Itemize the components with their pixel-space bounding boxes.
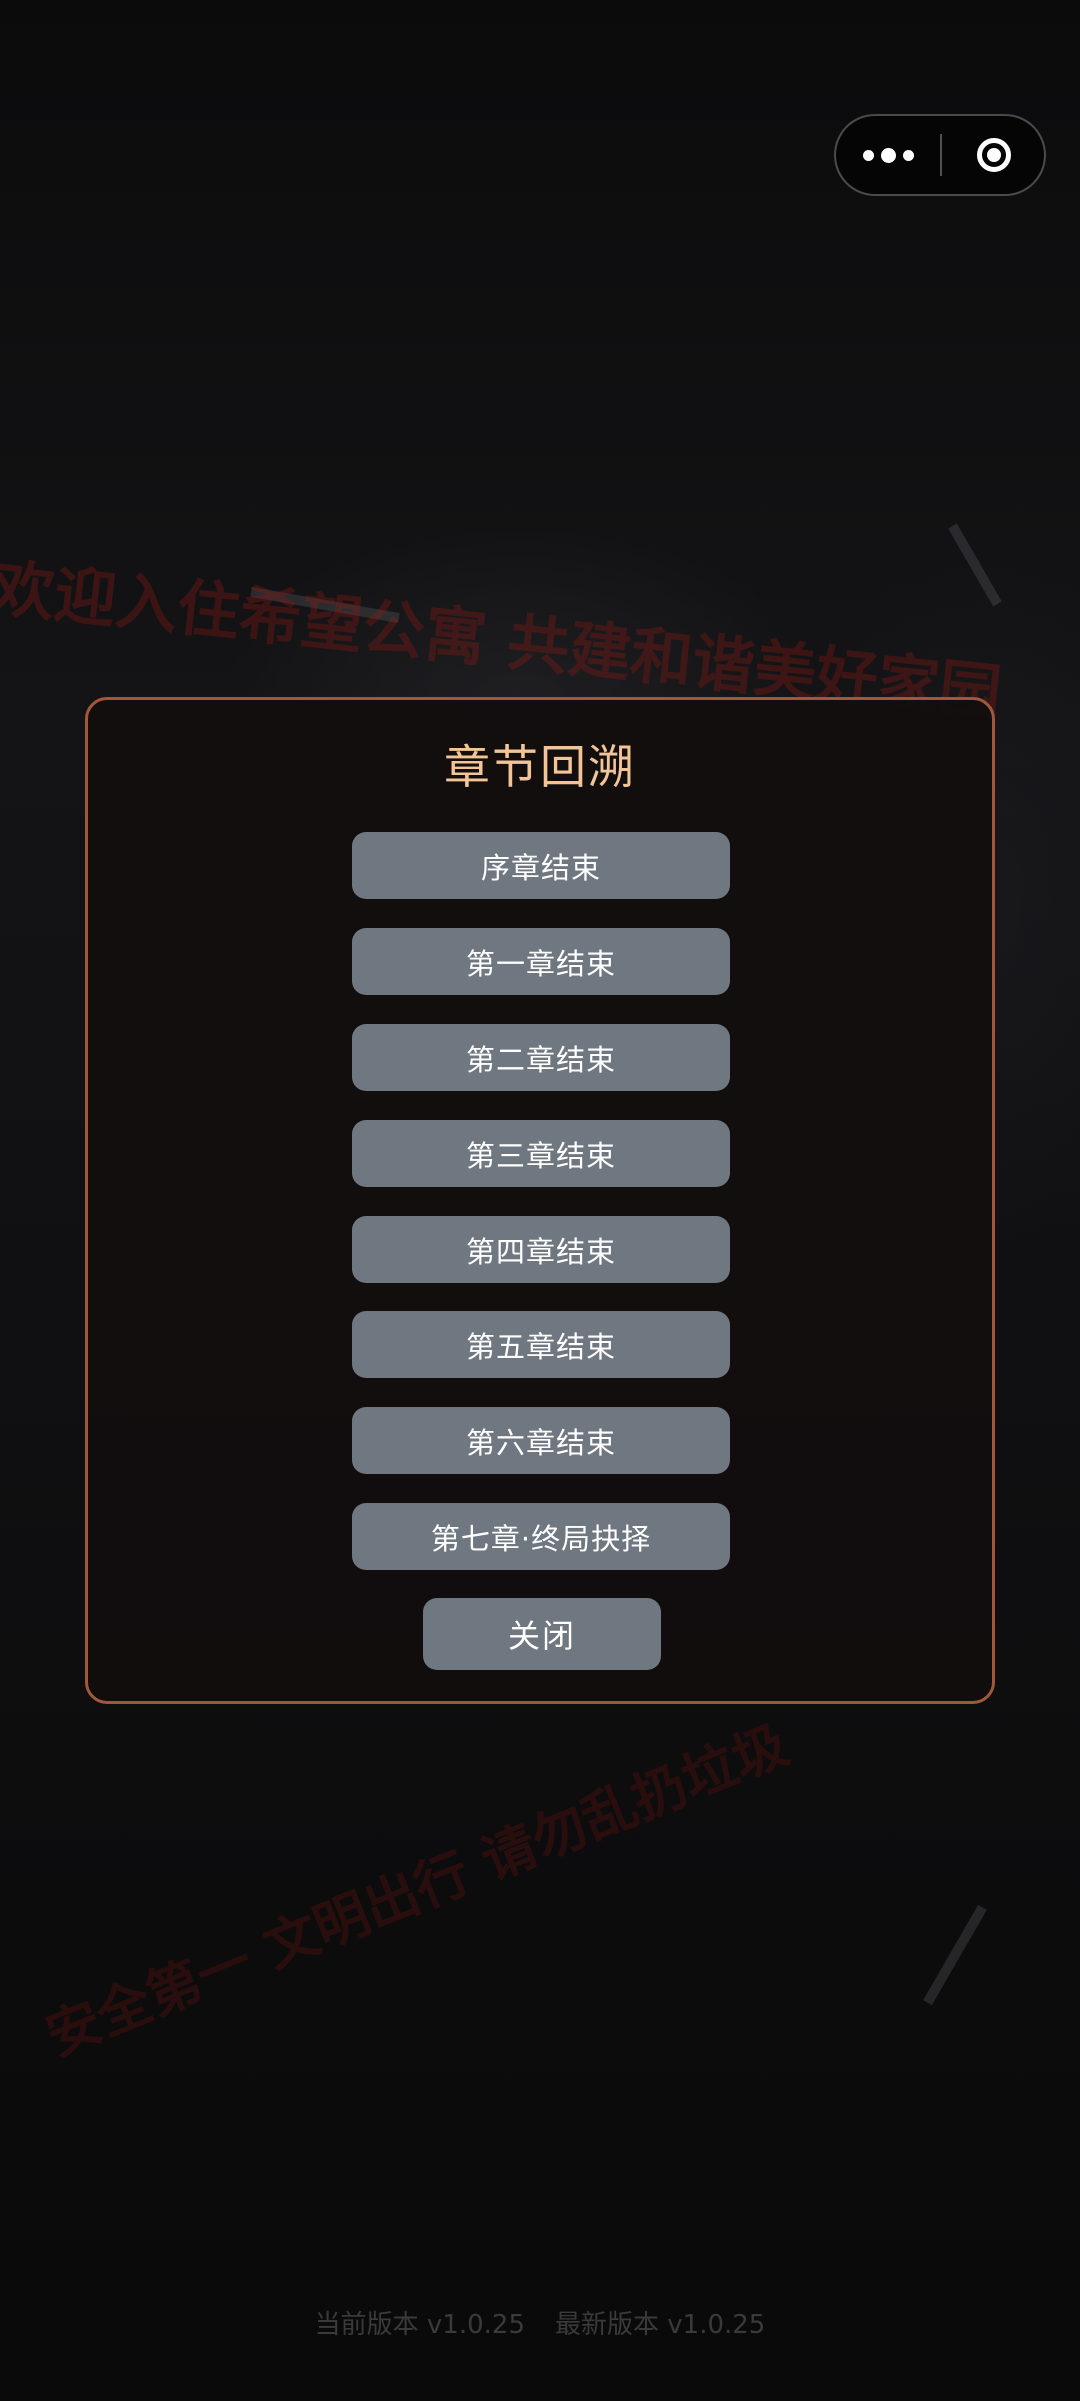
- floor-sign: 安全第一 文明出行 请勿乱扔垃圾: [36, 1711, 797, 2069]
- ceiling-light: [923, 1904, 987, 2006]
- chapter-rewind-dialog: 章节回溯 序章结束 第一章结束 第二章结束 第三章结束 第四章结束 第五章结束 …: [85, 697, 995, 1704]
- chapter-4-button[interactable]: 第四章结束: [352, 1216, 730, 1283]
- more-dots-icon: [881, 147, 896, 163]
- ceiling-light: [948, 523, 1002, 607]
- latest-version: 最新版本 v1.0.25: [555, 2310, 766, 2340]
- version-info: 当前版本 v1.0.25 最新版本 v1.0.25: [0, 2305, 1080, 2345]
- chapter-3-button[interactable]: 第三章结束: [352, 1120, 730, 1187]
- close-button[interactable]: 关闭: [423, 1598, 661, 1670]
- more-button[interactable]: [836, 116, 941, 194]
- more-dots-icon: [863, 149, 874, 161]
- chapter-2-button[interactable]: 第二章结束: [352, 1024, 730, 1091]
- chapter-1-button[interactable]: 第一章结束: [352, 928, 730, 995]
- chapter-5-button[interactable]: 第五章结束: [352, 1311, 730, 1378]
- mini-program-capsule: [834, 114, 1046, 196]
- current-version: 当前版本 v1.0.25: [314, 2310, 525, 2340]
- chapter-6-button[interactable]: 第六章结束: [352, 1407, 730, 1474]
- exit-button[interactable]: [942, 116, 1046, 194]
- chapter-prologue-button[interactable]: 序章结束: [352, 832, 730, 899]
- chapter-7-final-choice-button[interactable]: 第七章·终局抉择: [352, 1503, 730, 1570]
- dialog-title: 章节回溯: [444, 740, 636, 794]
- target-close-icon: [977, 138, 1011, 172]
- more-dots-icon: [903, 149, 914, 161]
